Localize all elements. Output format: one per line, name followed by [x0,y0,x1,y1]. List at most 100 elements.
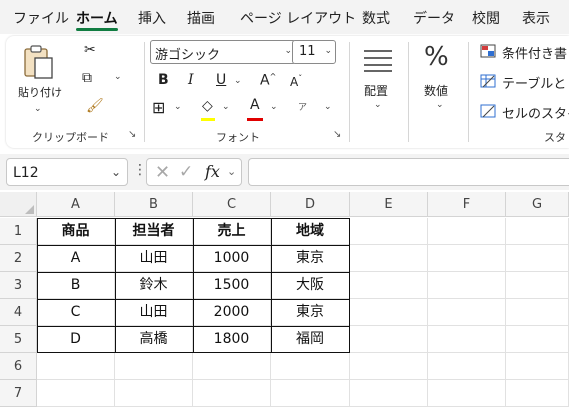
font-color-button[interactable]: A [250,97,260,113]
tab-file[interactable]: ファイル [13,8,69,28]
tab-data[interactable]: データ [413,8,455,28]
paste-dropdown-icon[interactable]: ⌄ [34,104,42,114]
column-header-d[interactable]: D [271,192,350,217]
font-size-select[interactable]: 11 ⌄ [292,40,336,64]
cell-g7[interactable] [506,380,569,407]
copy-dropdown-icon[interactable]: ⌄ [114,72,122,82]
italic-button[interactable]: I [188,72,194,88]
cell-g5[interactable] [506,326,569,353]
cell-e4[interactable] [350,299,428,326]
row-header-4[interactable]: 4 [0,299,37,326]
row-header-7[interactable]: 7 [0,380,37,407]
shrink-font-button[interactable]: Aˇ [290,74,302,89]
cell-a2[interactable]: A [37,245,115,272]
cell-b6[interactable] [115,353,193,380]
cell-a6[interactable] [37,353,115,380]
font-launcher-icon[interactable]: ↘ [333,129,341,140]
cell-f3[interactable] [428,272,506,299]
bold-button[interactable]: B [158,72,169,88]
format-painter-icon[interactable]: 🖌 [86,98,104,114]
cell-b5[interactable]: 高橋 [115,326,193,353]
alignment-button[interactable]: 配置 ⌄ [356,42,402,124]
cell-f7[interactable] [428,380,506,407]
cell-d6[interactable] [271,353,350,380]
cell-g2[interactable] [506,245,569,272]
tab-home[interactable]: ホーム [76,8,118,28]
cell-d1[interactable]: 地域 [271,218,350,245]
cell-f2[interactable] [428,245,506,272]
underline-dropdown-icon[interactable]: ⌄ [234,76,242,86]
tab-insert[interactable]: 挿入 [138,8,166,28]
cell-c7[interactable] [193,380,271,407]
cell-b3[interactable]: 鈴木 [115,272,193,299]
cell-c1[interactable]: 売上 [193,218,271,245]
cell-a4[interactable]: C [37,299,115,326]
row-header-6[interactable]: 6 [0,353,37,380]
paste-button[interactable]: 貼り付け ⌄ [16,42,62,122]
cell-g1[interactable] [506,218,569,245]
cell-c3[interactable]: 1500 [193,272,271,299]
borders-dropdown-icon[interactable]: ⌄ [174,102,182,112]
column-header-g[interactable]: G [506,192,569,217]
select-all-button[interactable] [0,192,37,217]
fx-dropdown-icon[interactable]: ⌄ [227,165,236,178]
number-format-button[interactable]: % 数値 ⌄ [414,42,460,124]
name-box[interactable]: L12 ⌄ [6,158,128,186]
cell-b7[interactable] [115,380,193,407]
phonetic-guide-icon[interactable]: ア [298,100,307,113]
column-header-b[interactable]: B [115,192,193,217]
cell-c6[interactable] [193,353,271,380]
row-header-5[interactable]: 5 [0,326,37,353]
column-header-f[interactable]: F [428,192,506,217]
cell-b4[interactable]: 山田 [115,299,193,326]
cell-d2[interactable]: 東京 [271,245,350,272]
column-header-c[interactable]: C [193,192,271,217]
cell-e7[interactable] [350,380,428,407]
cell-e3[interactable] [350,272,428,299]
cell-e5[interactable] [350,326,428,353]
insert-function-button[interactable]: fx [205,162,220,181]
cell-c4[interactable]: 2000 [193,299,271,326]
cancel-icon[interactable]: ✕ [155,162,170,183]
cell-b2[interactable]: 山田 [115,245,193,272]
phonetic-dropdown-icon[interactable]: ⌄ [324,102,332,112]
cell-c5[interactable]: 1800 [193,326,271,353]
font-name-select[interactable]: 游ゴシック ⌄ [150,40,296,64]
cell-g3[interactable] [506,272,569,299]
cell-e1[interactable] [350,218,428,245]
more-options-icon[interactable]: ⋮ [133,162,147,178]
cell-e2[interactable] [350,245,428,272]
cell-a1[interactable]: 商品 [37,218,115,245]
tab-review[interactable]: 校閲 [472,8,500,28]
row-header-3[interactable]: 3 [0,272,37,299]
cell-f6[interactable] [428,353,506,380]
formula-input[interactable] [248,158,569,186]
tab-page-layout[interactable]: ページ レイアウト [240,8,356,28]
cell-c2[interactable]: 1000 [193,245,271,272]
row-header-1[interactable]: 1 [0,218,37,245]
cell-a5[interactable]: D [37,326,115,353]
column-header-a[interactable]: A [37,192,115,217]
tab-draw[interactable]: 描画 [187,8,215,28]
cut-icon[interactable]: ✂ [84,42,96,58]
copy-icon[interactable]: ⧉ [82,70,92,86]
enter-check-icon[interactable]: ✓ [179,162,193,182]
cell-f1[interactable] [428,218,506,245]
grow-font-button[interactable]: A^ [260,72,276,89]
row-header-2[interactable]: 2 [0,245,37,272]
cell-d4[interactable]: 東京 [271,299,350,326]
column-header-e[interactable]: E [350,192,428,217]
format-as-table-button[interactable]: テーブルとし [502,73,569,92]
fill-color-icon[interactable]: ◇ [202,98,213,114]
cell-d5[interactable]: 福岡 [271,326,350,353]
fill-color-dropdown-icon[interactable]: ⌄ [222,102,230,112]
cell-b1[interactable]: 担当者 [115,218,193,245]
cell-d7[interactable] [271,380,350,407]
cell-e6[interactable] [350,353,428,380]
clipboard-launcher-icon[interactable]: ↘ [128,129,136,140]
conditional-format-button[interactable]: 条件付き書 [502,43,567,62]
tab-formulas[interactable]: 数式 [362,8,390,28]
cell-g4[interactable] [506,299,569,326]
cell-g6[interactable] [506,353,569,380]
cell-d3[interactable]: 大阪 [271,272,350,299]
